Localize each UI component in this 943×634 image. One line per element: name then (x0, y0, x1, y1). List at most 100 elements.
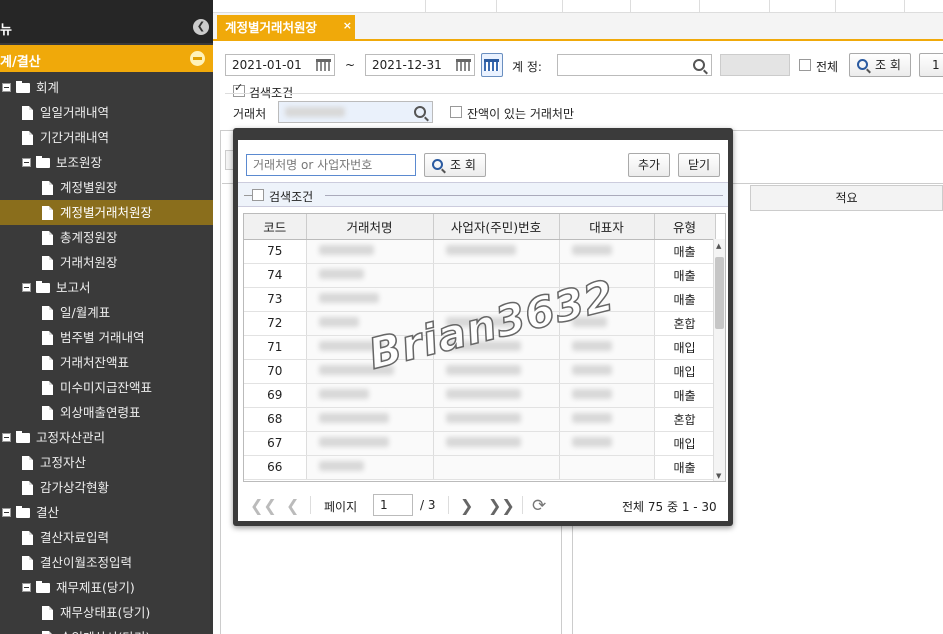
search-icon[interactable] (693, 59, 705, 71)
top-strip (213, 0, 943, 13)
blurred-cell (306, 455, 434, 480)
next-page-icon[interactable]: ❯ (460, 496, 473, 515)
sidebar-item[interactable]: 결산자료입력 (0, 525, 213, 550)
page-input[interactable]: 1 (373, 494, 413, 516)
tab-account-client-ledger[interactable]: 계정별거래처원장 × (217, 15, 355, 41)
table-row[interactable]: 71 매입 (244, 335, 716, 360)
extra-button[interactable]: 1 (919, 53, 943, 77)
sidebar-title: 뉴 (0, 23, 12, 38)
column-header[interactable]: 유형 (654, 214, 716, 240)
refresh-icon[interactable]: ⟳ (532, 496, 546, 516)
document-icon (22, 531, 33, 545)
sidebar-item[interactable]: 거래처잔액표 (0, 350, 213, 375)
popup-condition-bar: 검색조건 (238, 182, 728, 207)
collapse-toggle-icon[interactable] (2, 433, 11, 442)
collapse-toggle-icon[interactable] (22, 583, 31, 592)
table-row[interactable]: 69 매출 (244, 383, 716, 408)
sidebar-item[interactable]: 결산이월조정입력 (0, 550, 213, 575)
collapse-toggle-icon[interactable] (2, 83, 11, 92)
sidebar-item[interactable]: 계정별원장 (0, 175, 213, 200)
sidebar-category[interactable]: 계/결산 (0, 45, 213, 72)
sidebar-item[interactable]: 회계 (0, 75, 213, 100)
sidebar-item[interactable]: 손익계산서(당기) (0, 625, 213, 634)
sidebar-item[interactable]: 총계정원장 (0, 225, 213, 250)
last-page-icon[interactable]: ❯❯ (488, 496, 515, 515)
sidebar-item[interactable]: 보고서 (0, 275, 213, 300)
column-header[interactable]: 대표자 (559, 214, 655, 240)
extra-button-label: 1 (932, 58, 940, 72)
table-row[interactable]: 66 매출 (244, 455, 716, 480)
sidebar-item[interactable]: 외상매출연령표 (0, 400, 213, 425)
blurred-cell (559, 383, 655, 408)
table-row[interactable]: 70 매입 (244, 359, 716, 384)
sidebar-item[interactable]: 결산 (0, 500, 213, 525)
sidebar-item[interactable]: 기간거래내역 (0, 125, 213, 150)
search-icon[interactable] (414, 106, 426, 118)
divider (244, 195, 252, 196)
sidebar-item[interactable]: 재무제표(당기) (0, 575, 213, 600)
column-header[interactable]: 코드 (244, 214, 307, 240)
first-page-icon[interactable]: ❮❮ (250, 496, 277, 515)
collapse-toggle-icon[interactable] (22, 283, 31, 292)
add-button-label: 추가 (637, 158, 661, 172)
add-button[interactable]: 추가 (628, 153, 670, 177)
calendar-icon[interactable] (316, 59, 331, 71)
all-checkbox[interactable] (799, 59, 811, 71)
prev-page-icon[interactable]: ❮ (286, 496, 299, 515)
table-row[interactable]: 73 매출 (244, 287, 716, 312)
table-row[interactable]: 67 매입 (244, 431, 716, 456)
collapse-sidebar-icon[interactable]: ❮ (193, 19, 209, 35)
column-header[interactable]: 사업자(주민)번호 (433, 214, 560, 240)
sidebar-item[interactable]: 범주별 거래내역 (0, 325, 213, 350)
column-header[interactable]: 거래처명 (306, 214, 434, 240)
collapse-category-icon[interactable] (190, 51, 205, 66)
collapse-toggle-icon[interactable] (22, 158, 31, 167)
close-tab-icon[interactable]: × (343, 13, 352, 39)
sidebar-item[interactable]: 미수미지급잔액표 (0, 375, 213, 400)
scroll-up-icon[interactable]: ▲ (716, 242, 721, 250)
collapse-toggle-icon[interactable] (2, 508, 11, 517)
client-grid: 코드 거래처명 사업자(주민)번호 대표자 유형 75 매출 74 매출 73 매출 72 혼합 71 매… (243, 213, 726, 482)
blurred-cell (306, 335, 434, 360)
popup-condition-checkbox[interactable] (252, 189, 264, 201)
sidebar-item[interactable]: 재무상태표(당기) (0, 600, 213, 625)
scroll-thumb[interactable] (715, 257, 724, 329)
calendar-picker-button[interactable] (481, 53, 503, 77)
folder-icon (16, 506, 30, 518)
sidebar-item[interactable]: 고정자산관리 (0, 425, 213, 450)
sidebar-item[interactable]: 거래처원장 (0, 250, 213, 275)
blurred-cell (306, 311, 434, 336)
sidebar-item[interactable]: 감가상각현황 (0, 475, 213, 500)
table-row[interactable]: 68 혼합 (244, 407, 716, 432)
folder-icon (16, 431, 30, 443)
sidebar-item[interactable]: 일/월계표 (0, 300, 213, 325)
sidebar-item[interactable]: 계정별거래처원장 (0, 200, 213, 225)
blurred-cell (433, 359, 560, 384)
date-to-value: 2021-12-31 (372, 58, 442, 72)
balance-only-checkbox[interactable] (450, 106, 462, 118)
client-search-input[interactable]: 거래처명 or 사업자번호 (246, 154, 416, 176)
query-button[interactable]: 조 회 (849, 53, 911, 77)
sidebar-item[interactable]: 보조원장 (0, 150, 213, 175)
date-to-field[interactable]: 2021-12-31 (365, 54, 475, 76)
table-row[interactable]: 72 혼합 (244, 311, 716, 336)
blurred-cell (559, 359, 655, 384)
close-button[interactable]: 닫기 (678, 153, 720, 177)
sidebar-item[interactable]: 고정자산 (0, 450, 213, 475)
table-row[interactable]: 74 매출 (244, 263, 716, 288)
type-cell: 매출 (654, 287, 716, 312)
type-cell: 혼합 (654, 407, 716, 432)
scroll-down-icon[interactable]: ▼ (716, 472, 721, 480)
date-from-field[interactable]: 2021-01-01 (225, 54, 335, 76)
blurred-cell (306, 407, 434, 432)
client-input[interactable] (278, 101, 433, 123)
account-input[interactable] (557, 54, 712, 76)
table-row[interactable]: 75 매출 (244, 239, 716, 264)
vertical-scrollbar[interactable]: ▲ ▼ (713, 239, 725, 481)
popup-query-button[interactable]: 조 회 (424, 153, 486, 177)
calendar-icon[interactable] (456, 59, 471, 71)
document-icon (42, 306, 53, 320)
sidebar-item[interactable]: 일일거래내역 (0, 100, 213, 125)
menu-tree: 회계 일일거래내역 기간거래내역 보조원장 계정별원장 계정별거래처원장 총계정원장 거래처원… (0, 75, 213, 634)
document-icon (42, 206, 53, 220)
